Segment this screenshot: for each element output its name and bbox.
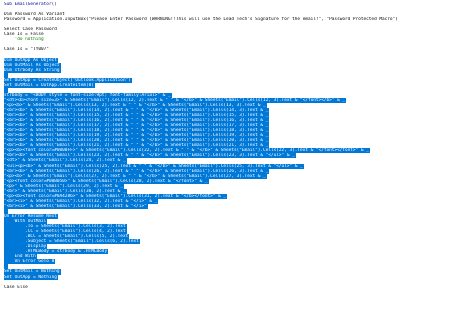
code-line-text: Password = Application.InputBox("Please … — [4, 17, 398, 23]
code-line-text: Set OutApp = Nothing — [4, 274, 58, 280]
code-line-text: On Error GoTo 0 — [4, 259, 56, 265]
code-line[interactable]: Case Else — [4, 285, 470, 290]
code-line-text: Case Else — [4, 284, 28, 290]
code-line-text: Dim strbody As String — [4, 67, 61, 73]
code-line-text: Set OutMail = OutApp.CreateItem(0) — [4, 82, 95, 88]
code-line-text: "<br><i>" & Sheets("Email").Cells(33, 2)… — [4, 203, 148, 209]
code-line-text: Sub EmailGenerator() — [4, 2, 57, 7]
code-line-text: Case Is = "TY007" — [4, 47, 49, 53]
code-editor[interactable]: Sub EmailGenerator() Dim Password As Var… — [0, 0, 474, 321]
code-line-text: 'do nothing — [4, 37, 44, 43]
